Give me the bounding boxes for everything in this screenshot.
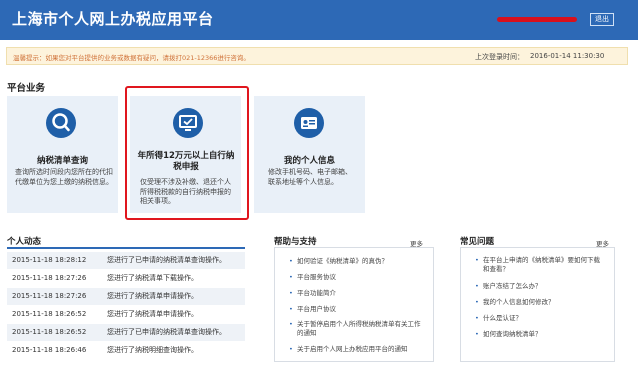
help-item[interactable]: 平台用户协议 [289, 305, 422, 314]
activity-divider [7, 247, 245, 249]
activity-time: 2015-11-18 18:27:26 [12, 274, 87, 282]
notice-bar: 温馨提示：如果您对平台提供的业务或数据有疑问，请拨打021-12366进行咨询。… [6, 47, 628, 65]
top-header: 上海市个人网上办税应用平台 退出 [0, 0, 638, 40]
tax-list-query-card[interactable]: 纳税清单查询 查询所选时间段内您所在的代扣代缴单位为您上缴的纳税信息。 [7, 96, 118, 213]
id-card-icon [294, 108, 324, 138]
activity-row: 2015-11-18 18:27:26 您进行了纳税清单下载操作。 [7, 270, 245, 287]
activity-time: 2015-11-18 18:28:12 [12, 256, 87, 264]
logout-button[interactable]: 退出 [590, 13, 614, 26]
redacted-username [497, 17, 577, 22]
activity-text: 您进行了纳税明细查询操作。 [107, 346, 198, 354]
activity-text: 您进行了已申请的纳税清单查询操作。 [107, 328, 226, 336]
activity-title: 个人动态 [7, 237, 42, 247]
activity-text: 您进行了已申请的纳税清单查询操作。 [107, 256, 226, 264]
activity-time: 2015-11-18 18:26:52 [12, 310, 87, 318]
activity-text: 您进行了纳税清单下载操作。 [107, 274, 198, 282]
help-item[interactable]: 关于暂停启用个人所得税纳税清单有关工作的通知 [289, 320, 422, 337]
activity-row: 2015-11-18 18:26:52 您进行了纳税清单申请操作。 [7, 306, 245, 323]
faq-item[interactable]: 如何查询纳税清单？ [475, 330, 605, 339]
last-login-time: 2016-01-14 11:30:30 [530, 52, 605, 60]
activity-text: 您进行了纳税清单申请操作。 [107, 310, 198, 318]
faq-item[interactable]: 账户冻结了怎么办？ [475, 282, 605, 291]
activity-time: 2015-11-18 18:26:46 [12, 346, 87, 354]
activity-time: 2015-11-18 18:26:52 [12, 328, 87, 336]
faq-item[interactable]: 我的个人信息如何修改？ [475, 298, 605, 307]
app-title: 上海市个人网上办税应用平台 [12, 10, 214, 28]
section-title: 平台业务 [7, 83, 46, 94]
activity-text: 您进行了纳税清单申请操作。 [107, 292, 198, 300]
help-item[interactable]: 平台功能简介 [289, 289, 422, 298]
activity-row: 2015-11-18 18:27:26 您进行了纳税清单申请操作。 [7, 288, 245, 305]
card-title: 纳税清单查询 [36, 156, 88, 166]
last-login-label: 上次登录时间： [475, 53, 524, 61]
faq-item[interactable]: 什么是认证？ [475, 314, 605, 323]
help-item[interactable]: 平台服务协议 [289, 273, 422, 282]
help-item[interactable]: 如何验证《纳税清单》的真伪？ [289, 257, 422, 266]
help-item[interactable]: 关于启用个人网上办税应用平台的通知 [289, 345, 422, 354]
red-highlight-box [125, 86, 249, 220]
card-desc: 查询所选时间段内您所在的代扣代缴单位为您上缴的纳税信息。 [15, 168, 113, 186]
help-title: 帮助与支持 [274, 237, 317, 247]
activity-row: 2015-11-18 18:26:46 您进行了纳税明细查询操作。 [7, 342, 245, 359]
card-desc: 修改手机号码、电子邮箱、联系地址等个人信息。 [268, 168, 352, 186]
card-title: 我的个人信息 [283, 156, 335, 166]
activity-row: 2015-11-18 18:26:52 您进行了已申请的纳税清单查询操作。 [7, 324, 245, 341]
activity-time: 2015-11-18 18:27:26 [12, 292, 87, 300]
magnifier-icon [46, 108, 76, 138]
faq-item[interactable]: 在平台上申请的《纳税清单》要如何下载和查看？ [475, 256, 605, 273]
activity-row: 2015-11-18 18:28:12 您进行了已申请的纳税清单查询操作。 [7, 252, 245, 269]
notice-message: 温馨提示：如果您对平台提供的业务或数据有疑问，请拨打021-12366进行咨询。 [13, 54, 250, 62]
personal-info-card[interactable]: 我的个人信息 修改手机号码、电子邮箱、联系地址等个人信息。 [254, 96, 365, 213]
faq-title: 常见问题 [460, 237, 495, 247]
